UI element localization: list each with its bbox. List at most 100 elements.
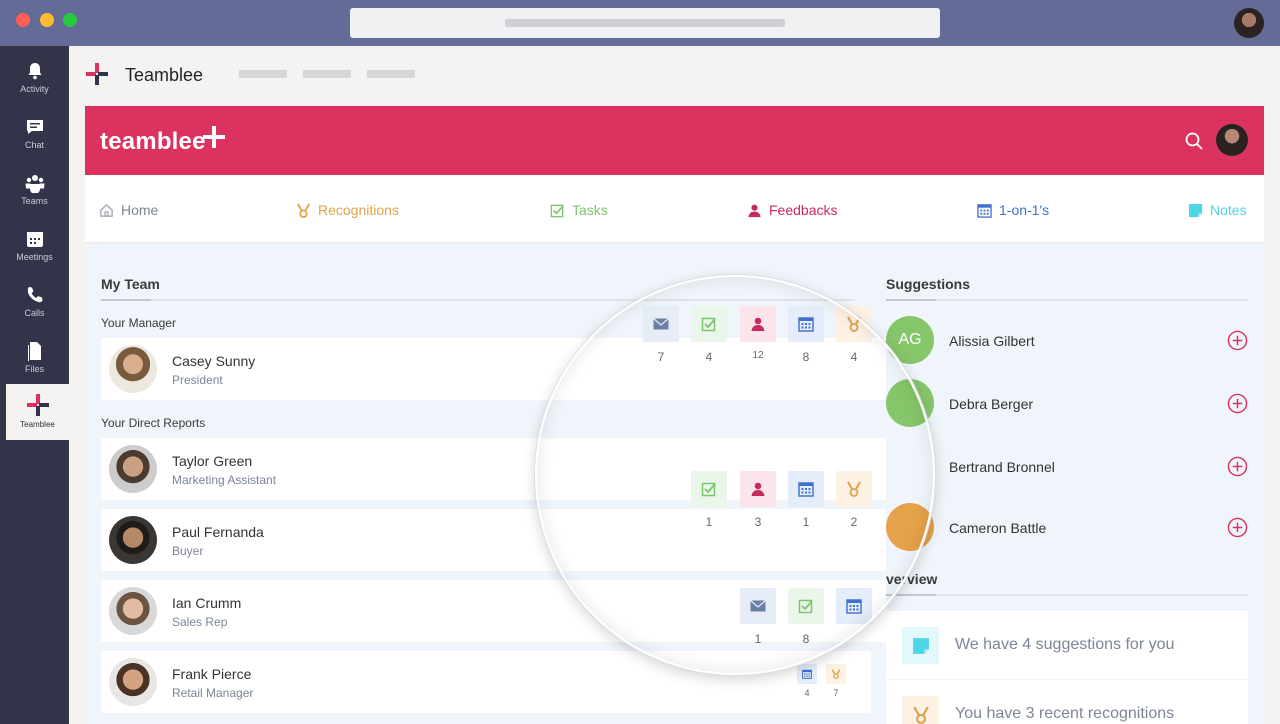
overview-card[interactable]: We have 4 suggestions for you <box>886 611 1248 679</box>
search-icon[interactable] <box>1184 131 1204 151</box>
overview-icon-box <box>902 627 939 664</box>
home-icon <box>100 203 113 217</box>
member-name: Casey Sunny <box>172 353 256 369</box>
section-divider-accent <box>101 299 151 301</box>
overview-card[interactable]: You have 3 recent recognitions <box>886 680 1248 724</box>
address-bar[interactable] <box>350 8 940 38</box>
feedback-person-icon <box>751 317 765 331</box>
stat-count: 1 <box>705 515 713 529</box>
header-tab-placeholder[interactable] <box>303 70 351 78</box>
medal-icon <box>912 706 929 724</box>
brand-wordmark: teamblee <box>100 128 206 155</box>
nav-tasks-label: Tasks <box>572 202 608 218</box>
chat-icon <box>26 120 43 134</box>
stat-mail[interactable]: 1 <box>740 588 776 646</box>
nav-home-label: Home <box>121 202 159 218</box>
suggestion-name: Alissia Gilbert <box>949 333 1035 349</box>
mail-icon <box>750 600 766 612</box>
nav-tasks[interactable]: Tasks <box>550 202 608 218</box>
stat-count: 1 <box>802 515 810 529</box>
close-window-button[interactable] <box>16 13 30 27</box>
mail-icon <box>653 318 669 330</box>
task-check-icon <box>701 482 716 497</box>
stat-meetings[interactable]: 4 <box>797 664 817 698</box>
stat-meetings[interactable] <box>836 588 872 624</box>
suggestion-item[interactable]: Debra Berger <box>886 373 1248 429</box>
user-avatar[interactable] <box>1216 124 1248 156</box>
member-role: Sales Rep <box>172 615 228 629</box>
stat-count: 7 <box>657 350 665 364</box>
nav-one-on-ones[interactable]: 1-on-1's <box>977 202 1049 218</box>
section-divider <box>886 299 1248 301</box>
stat-box <box>691 306 727 342</box>
rail-label: Calls <box>24 308 45 318</box>
team-member-card[interactable]: Frank Pierce Retail Manager <box>101 651 871 713</box>
stat-box <box>836 306 872 342</box>
stat-meetings[interactable]: 1 <box>788 471 824 529</box>
note-icon <box>1188 203 1203 217</box>
suggestion-item[interactable]: Cameron Battle <box>886 497 1248 553</box>
section-divider-accent <box>886 594 936 596</box>
minimize-window-button[interactable] <box>40 13 54 27</box>
section-divider <box>886 594 1248 596</box>
stat-count: 4 <box>705 350 713 364</box>
nav-notes-label: Notes <box>1210 202 1247 218</box>
nav-notes[interactable]: Notes <box>1188 202 1247 218</box>
stat-feedbacks[interactable]: 3 <box>740 471 776 529</box>
app-header: Teamblee <box>69 46 1280 106</box>
stat-mail[interactable]: 7 <box>643 306 679 364</box>
nav-one-on-ones-label: 1-on-1's <box>999 202 1050 218</box>
suggestion-initials-avatar <box>886 503 934 551</box>
nav-recognitions[interactable]: Recognitions <box>296 202 399 218</box>
stat-count: 2 <box>850 515 858 529</box>
stat-feedbacks[interactable]: 12 <box>740 306 776 361</box>
window-titlebar <box>0 0 1280 46</box>
medal-icon <box>847 481 861 497</box>
add-circle-icon[interactable] <box>1227 456 1248 477</box>
rail-item-activity[interactable]: Activity <box>0 52 69 108</box>
avatar <box>109 445 157 493</box>
stat-recognitions[interactable]: 7 <box>826 664 846 698</box>
suggestion-item[interactable]: AG Alissia Gilbert <box>886 310 1248 366</box>
rail-item-teamblee[interactable]: Teamblee <box>6 384 69 440</box>
calendar-icon <box>26 232 43 247</box>
phone-icon <box>27 287 42 303</box>
rail-item-teams[interactable]: Teams <box>0 164 69 220</box>
add-circle-icon[interactable] <box>1227 517 1248 538</box>
stat-box <box>797 664 817 684</box>
rail-label: Chat <box>24 140 44 150</box>
note-icon <box>912 637 929 654</box>
stat-tasks[interactable]: 1 <box>691 471 727 529</box>
avatar <box>109 516 157 564</box>
header-tab-placeholder[interactable] <box>239 70 287 78</box>
add-circle-icon[interactable] <box>1227 330 1248 351</box>
stat-box <box>740 306 776 342</box>
member-name: Taylor Green <box>172 453 253 469</box>
member-role: Buyer <box>172 544 204 558</box>
stat-meetings[interactable]: 8 <box>788 306 824 364</box>
rail-item-chat[interactable]: Chat <box>0 108 69 164</box>
suggestion-item[interactable]: Bertrand Bronnel <box>886 436 1248 492</box>
nav-recognitions-label: Recognitions <box>318 202 399 218</box>
stat-tasks[interactable]: 8 <box>788 588 824 646</box>
rail-item-meetings[interactable]: Meetings <box>0 220 69 276</box>
member-name: Ian Crumm <box>172 595 242 611</box>
teamblee-logo-icon <box>86 63 108 85</box>
stat-tasks[interactable]: 4 <box>691 306 727 364</box>
stat-recognitions[interactable]: 2 <box>836 471 872 529</box>
manager-subheading: Your Manager <box>101 316 176 330</box>
add-circle-icon[interactable] <box>1227 393 1248 414</box>
stat-recognitions[interactable]: 4 <box>836 306 872 364</box>
nav-home[interactable]: Home <box>99 202 158 218</box>
feedback-person-icon <box>751 482 765 496</box>
app-title: Teamblee <box>125 65 204 85</box>
rail-item-calls[interactable]: Calls <box>0 276 69 332</box>
profile-avatar[interactable] <box>1234 8 1264 38</box>
stat-count: 7 <box>833 688 839 698</box>
header-tab-placeholder[interactable] <box>367 70 415 78</box>
rail-item-files[interactable]: Files <box>0 332 69 388</box>
suggestion-name: Bertrand Bronnel <box>949 459 1055 475</box>
maximize-window-button[interactable] <box>63 13 77 27</box>
nav-feedbacks[interactable]: Feedbacks <box>747 202 837 218</box>
stat-count: 12 <box>752 350 764 361</box>
